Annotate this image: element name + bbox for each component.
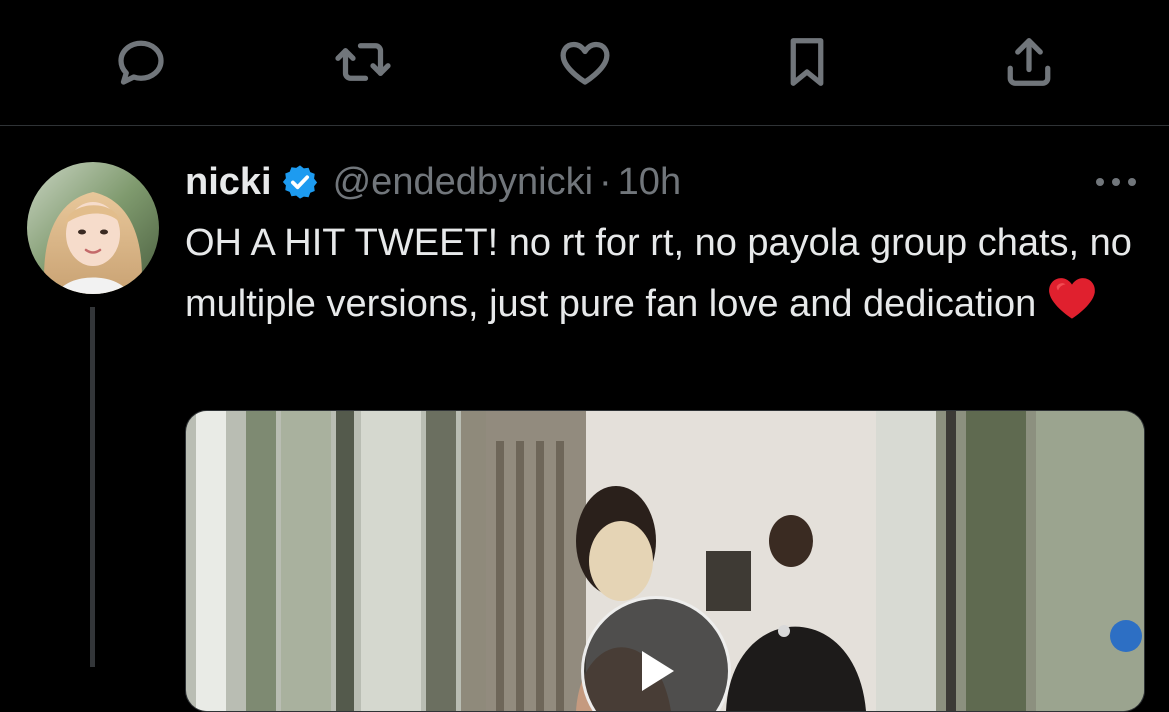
retweet-button[interactable] — [331, 30, 395, 94]
tweet-body: OH A HIT TWEET! no rt for rt, no payola … — [185, 214, 1155, 333]
author-handle[interactable]: @endedbynicki — [333, 158, 593, 206]
share-icon — [1007, 38, 1051, 86]
tweet-action-bar — [0, 0, 1169, 125]
thread-connector-line — [90, 307, 95, 667]
retweet-icon — [335, 43, 391, 81]
action-bar-divider — [0, 125, 1169, 126]
tweet-timestamp[interactable]: 10h — [618, 158, 681, 206]
like-button[interactable] — [553, 30, 617, 94]
like-icon — [560, 41, 610, 85]
play-icon — [642, 651, 674, 691]
more-options-button[interactable] — [1090, 160, 1142, 204]
author-name[interactable]: nicki — [185, 158, 272, 206]
tweet-header: nicki @endedbynicki · 10h — [185, 158, 681, 206]
red-heart-emoji-icon — [1046, 272, 1098, 324]
header-separator: · — [599, 161, 612, 203]
author-avatar[interactable] — [27, 162, 159, 294]
tweet-text: OH A HIT TWEET! no rt for rt, no payola … — [185, 222, 1132, 325]
reply-button[interactable] — [109, 30, 173, 94]
share-button[interactable] — [997, 30, 1061, 94]
more-dots-icon — [1096, 178, 1136, 186]
bookmark-button[interactable] — [775, 30, 839, 94]
bookmark-icon — [790, 38, 824, 86]
reply-icon — [118, 40, 164, 85]
verified-badge-icon — [281, 163, 319, 201]
tweet-video-media[interactable] — [185, 410, 1145, 712]
avatar-photo — [27, 162, 159, 294]
